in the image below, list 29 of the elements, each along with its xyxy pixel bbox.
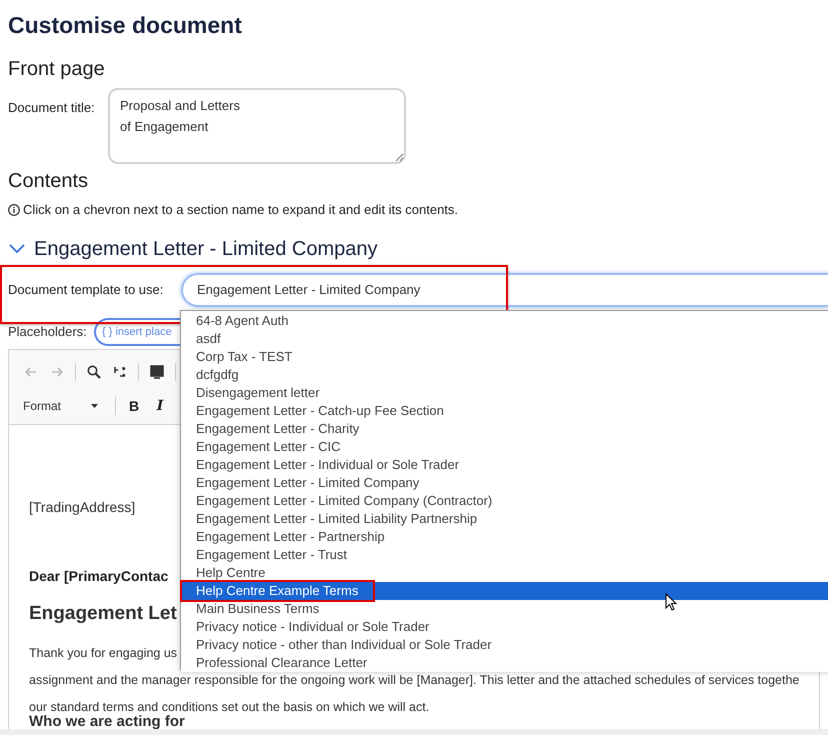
letter-paragraph: our standard terms and conditions set out the basis on which we will act. [29,700,430,714]
italic-button[interactable]: I [152,396,168,416]
dropdown-option[interactable]: Help Centre Example Terms [181,582,828,600]
mouse-cursor-icon [665,593,677,611]
greeting-text: Dear [PrimaryContac [29,568,168,584]
field-label: Document template to use: [8,281,164,300]
field-label: Document title: [8,99,96,117]
letter-paragraph: Thank you for engaging us [29,646,178,660]
field-label: Placeholders: [8,323,88,342]
format-dropdown[interactable]: Format [23,397,105,415]
template-select[interactable]: Engagement Letter - Limited Company [181,273,828,307]
chevron-icon[interactable] [8,243,26,255]
page-title: Customise document [8,11,243,40]
document-title-field[interactable]: Proposal and Letters of Engagement [108,88,406,164]
letter-heading: Engagement Let [29,603,177,624]
search-icon[interactable] [86,364,102,380]
hint-text: Click on a chevron next to a section name to expand it and edit its contents. [23,201,458,220]
bold-button[interactable]: B [126,396,142,416]
info-icon [8,204,20,216]
document-icon[interactable] [149,364,165,380]
replace-icon[interactable] [112,364,128,380]
letter-subheading: Who we are acting for [29,713,185,730]
section-heading: Contents [8,169,90,194]
caret-icon [91,404,98,408]
section-heading: Front page [8,57,106,80]
section-title: Engagement Letter - Limited Company [34,237,378,262]
dropdown-option[interactable]: Professional Clearance Letter [181,654,828,672]
letter-paragraph: assignment and the manager responsible for the ongoing work will be [Manager]. This letter and the attached schedules of services togethe [29,673,800,687]
address-text: [TradingAddress] [29,499,136,515]
